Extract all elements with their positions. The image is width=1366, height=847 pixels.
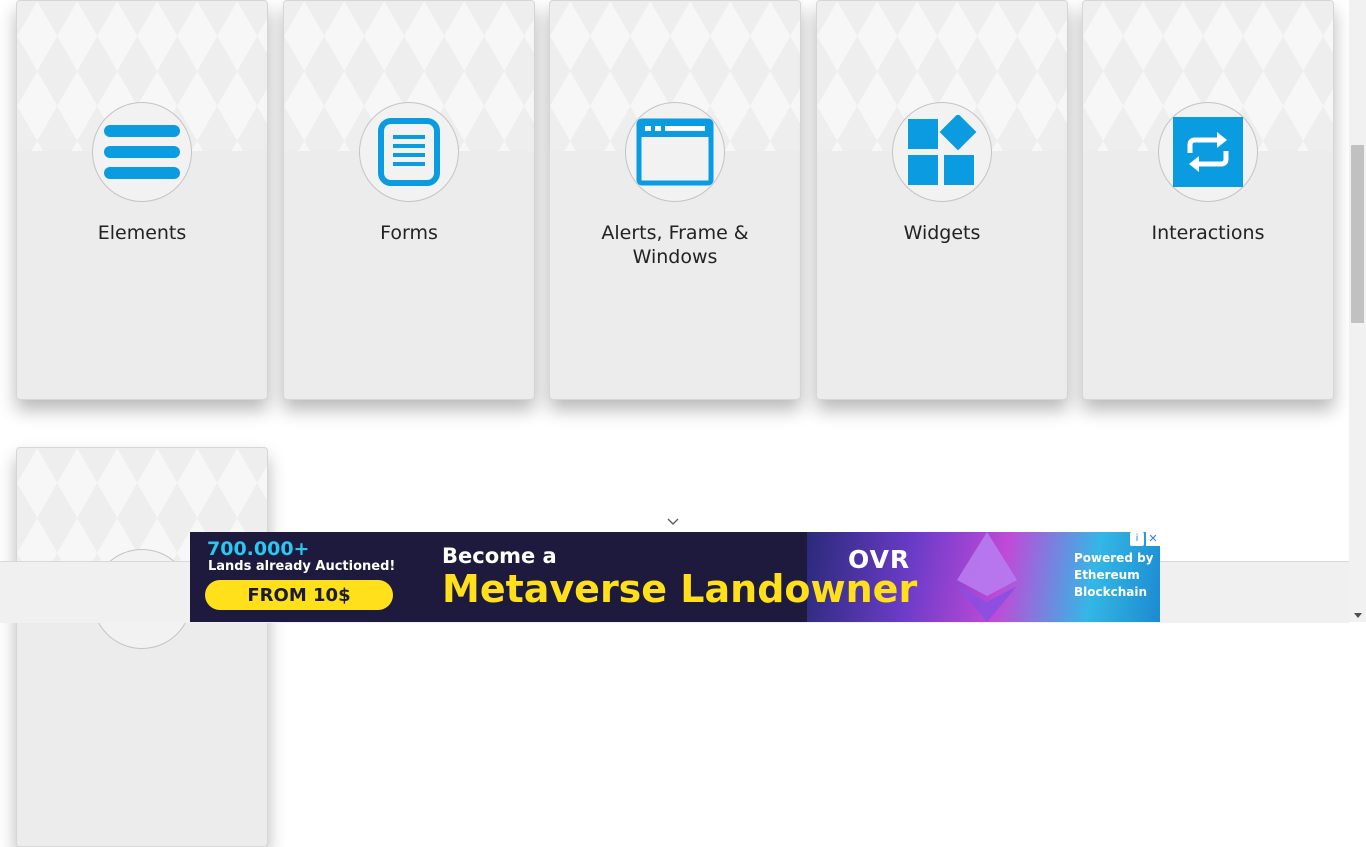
card-icon-circle — [1158, 102, 1258, 202]
browser-window-icon — [636, 118, 714, 186]
ad-cta-button[interactable]: FROM 10$ — [205, 580, 393, 610]
document-icon — [378, 118, 440, 186]
category-card-forms[interactable]: Forms — [283, 0, 535, 400]
ad-headline-2: Metaverse Landowner — [442, 567, 918, 611]
category-card-alerts[interactable]: Alerts, Frame & Windows — [549, 0, 801, 400]
scrollbar-thumb[interactable] — [1351, 145, 1364, 323]
card-title-forms: Forms — [380, 222, 438, 244]
ad-powered-by: Powered by Ethereum Blockchain — [1074, 551, 1154, 599]
ad-info-icon[interactable]: i — [1130, 532, 1144, 546]
ad-banner[interactable]: 700.000+ Lands already Auctioned! FROM 1… — [190, 532, 1160, 622]
ad-close-icon[interactable]: ✕ — [1146, 532, 1160, 546]
scroll-down-arrow-icon[interactable] — [1354, 613, 1362, 618]
ethereum-icon — [957, 532, 1017, 622]
card-title-alerts: Alerts, Frame & Windows — [601, 222, 749, 268]
repeat-arrows-icon — [1173, 117, 1243, 187]
ad-subtitle: Lands already Auctioned! — [208, 559, 396, 574]
category-card-book-store[interactable] — [16, 447, 268, 847]
chevron-down-icon[interactable] — [667, 518, 679, 526]
category-card-interactions[interactable]: Interactions — [1082, 0, 1334, 400]
card-icon-circle — [892, 102, 992, 202]
category-card-elements[interactable]: Elements — [16, 0, 268, 400]
category-card-widgets[interactable]: Widgets — [816, 0, 1068, 400]
card-title-elements: Elements — [97, 222, 187, 244]
card-icon-circle — [92, 102, 192, 202]
card-title-widgets: Widgets — [903, 222, 981, 244]
ad-count: 700.000+ — [207, 538, 310, 560]
ad-headline-1: Become a — [442, 544, 557, 568]
hamburger-icon — [104, 125, 180, 179]
card-icon-circle — [625, 102, 725, 202]
card-title-interactions: Interactions — [1151, 222, 1265, 244]
widgets-grid-icon — [908, 115, 977, 185]
card-icon-circle — [359, 102, 459, 202]
vertical-scrollbar[interactable] — [1349, 0, 1366, 622]
